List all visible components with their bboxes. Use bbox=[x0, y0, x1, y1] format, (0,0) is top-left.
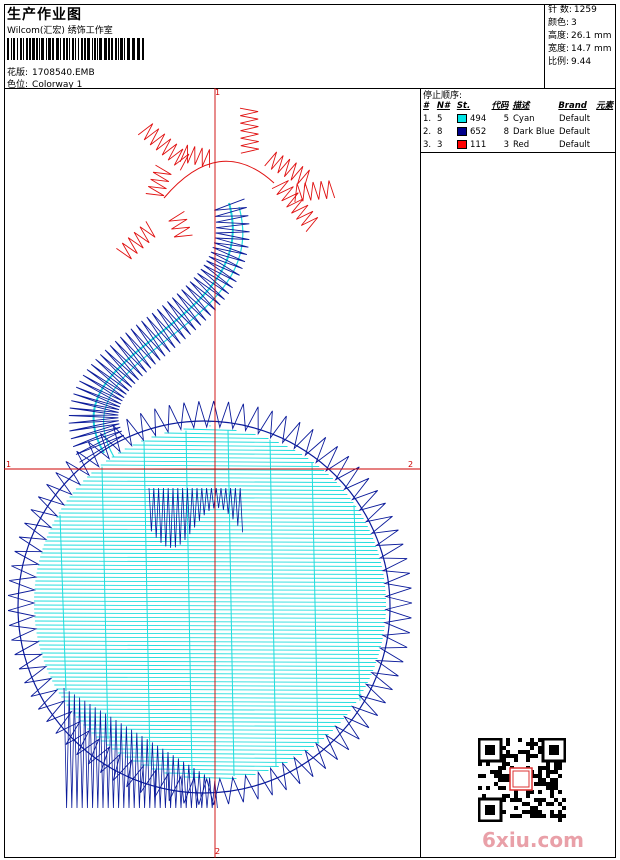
barcode-icon bbox=[7, 38, 144, 60]
design-scale-label: 比例: bbox=[548, 57, 570, 67]
row-description: Cyan bbox=[513, 114, 535, 124]
row-brand: Default bbox=[559, 127, 591, 137]
row-index: 2. bbox=[423, 127, 432, 137]
col-header-brand: Brand bbox=[558, 101, 587, 111]
header-info: 生产作业图 Wilcom(汇宏) 绣饰工作室 花版: 1708540.EMB 色位… bbox=[4, 4, 545, 90]
col-header-description: 描述 bbox=[512, 101, 530, 111]
row-needle: 8 bbox=[437, 127, 443, 137]
stop-table-header: # N# St. 代码 描述 Brand 元素 bbox=[421, 100, 616, 113]
qr-code-icon bbox=[478, 738, 566, 822]
color-swatch bbox=[457, 127, 467, 136]
design-width: 宽度: 14.7 mm bbox=[545, 43, 616, 56]
design-width-value: 14.7 mm bbox=[571, 44, 612, 54]
stitch-count: 针 数: 1259 bbox=[545, 4, 616, 17]
row-description: Dark Blue bbox=[513, 127, 555, 137]
embroidery-design-image bbox=[4, 88, 420, 858]
row-needle: 5 bbox=[437, 114, 443, 124]
color-swatch bbox=[457, 114, 467, 123]
design-scale: 比例: 9.44 bbox=[545, 56, 616, 69]
row-index: 3. bbox=[423, 140, 432, 150]
row-stitches: 494 bbox=[470, 114, 487, 124]
color-swatch bbox=[457, 140, 467, 149]
row-stitches: 652 bbox=[470, 127, 487, 137]
watermark-logo: 6xiu.com bbox=[482, 828, 584, 852]
design-width-label: 宽度: bbox=[548, 44, 570, 54]
axis-label-right: 2 bbox=[408, 460, 414, 469]
col-header-stitches: St. bbox=[456, 101, 471, 111]
col-header-code: 代码 bbox=[491, 101, 509, 111]
row-index: 1. bbox=[423, 114, 432, 124]
row-code: 3 bbox=[503, 140, 509, 150]
design-height: 高度: 26.1 mm bbox=[545, 30, 616, 43]
page-title: 生产作业图 bbox=[7, 7, 82, 23]
row-code: 8 bbox=[503, 127, 509, 137]
row-brand: Default bbox=[559, 140, 591, 150]
stitch-count-value: 1259 bbox=[573, 5, 597, 15]
table-row: 1. 5 494 5 Cyan Default bbox=[421, 113, 616, 126]
axis-label-bottom: 2 bbox=[215, 847, 221, 856]
color-count: 颜色: 3 bbox=[545, 17, 616, 30]
design-scale-value: 9.44 bbox=[571, 57, 592, 67]
embroidery-preview: 1 2 1 2 bbox=[4, 88, 421, 858]
design-height-label: 高度: bbox=[548, 31, 570, 41]
design-stats: 针 数: 1259 颜色: 3 高度: 26.1 mm 宽度: 14.7 mm 比例: 9… bbox=[545, 4, 616, 88]
table-row: 3. 3 111 3 Red Default bbox=[421, 139, 616, 152]
row-stitches: 111 bbox=[470, 140, 487, 150]
design-height-value: 26.1 mm bbox=[571, 31, 612, 41]
col-header-element: 元素 bbox=[596, 101, 614, 111]
row-description: Red bbox=[513, 140, 530, 150]
col-header-needle: N# bbox=[436, 101, 450, 111]
col-header-index: # bbox=[423, 101, 429, 111]
row-needle: 3 bbox=[437, 140, 443, 150]
axis-label-left: 1 bbox=[6, 460, 12, 469]
row-brand: Default bbox=[559, 114, 591, 124]
header: 生产作业图 Wilcom(汇宏) 绣饰工作室 花版: 1708540.EMB 色位… bbox=[4, 4, 616, 90]
axis-label-top: 1 bbox=[215, 88, 221, 97]
stitch-count-label: 针 数: bbox=[548, 5, 572, 15]
color-count-label: 颜色: bbox=[548, 18, 570, 28]
table-row: 2. 8 652 8 Dark Blue Default bbox=[421, 126, 616, 139]
row-code: 5 bbox=[503, 114, 509, 124]
stop-sequence-table: # N# St. 代码 描述 Brand 元素 1. 5 494 5 Cyan … bbox=[421, 100, 616, 153]
studio-name: Wilcom(汇宏) 绣饰工作室 bbox=[7, 26, 113, 36]
color-count-value: 3 bbox=[571, 18, 577, 28]
